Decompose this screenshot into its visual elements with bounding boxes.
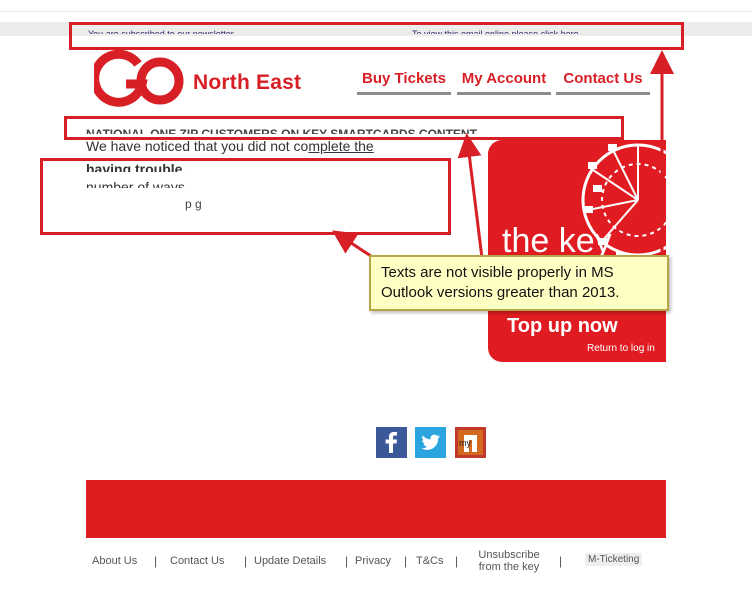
footer-tcs-link[interactable]: T&Cs [416, 555, 444, 567]
unsubscribe-line: Unsubscribe [478, 549, 540, 561]
footer-about-link[interactable]: About Us [92, 555, 137, 567]
footer-separator: | [559, 554, 563, 568]
mticket-icon[interactable]: my [455, 427, 486, 458]
footer-separator: | [154, 554, 158, 568]
unsubscribe-line: from the key [478, 561, 540, 573]
callout-line: Texts are not visible properly in MS [381, 264, 614, 281]
footer-mticketing-link[interactable]: M-Ticketing [585, 553, 643, 566]
footer-separator: | [244, 554, 248, 568]
callout-line: Outlook versions greater than 2013. [381, 284, 620, 301]
twitter-icon[interactable] [415, 427, 446, 458]
facebook-icon[interactable] [376, 427, 407, 458]
svg-text:my: my [459, 438, 471, 448]
footer-unsubscribe-link[interactable]: Unsubscribe from the key [470, 549, 548, 573]
annotation-callout-text: Texts are not visible properly in MS Out… [381, 263, 619, 303]
footer-red-banner [86, 480, 666, 538]
footer-separator: | [404, 554, 408, 568]
footer-privacy-link[interactable]: Privacy [355, 555, 391, 567]
footer-separator: | [455, 554, 459, 568]
footer-contact-link[interactable]: Contact Us [170, 555, 224, 567]
footer-update-details-link[interactable]: Update Details [254, 555, 326, 567]
footer-separator: | [345, 554, 349, 568]
